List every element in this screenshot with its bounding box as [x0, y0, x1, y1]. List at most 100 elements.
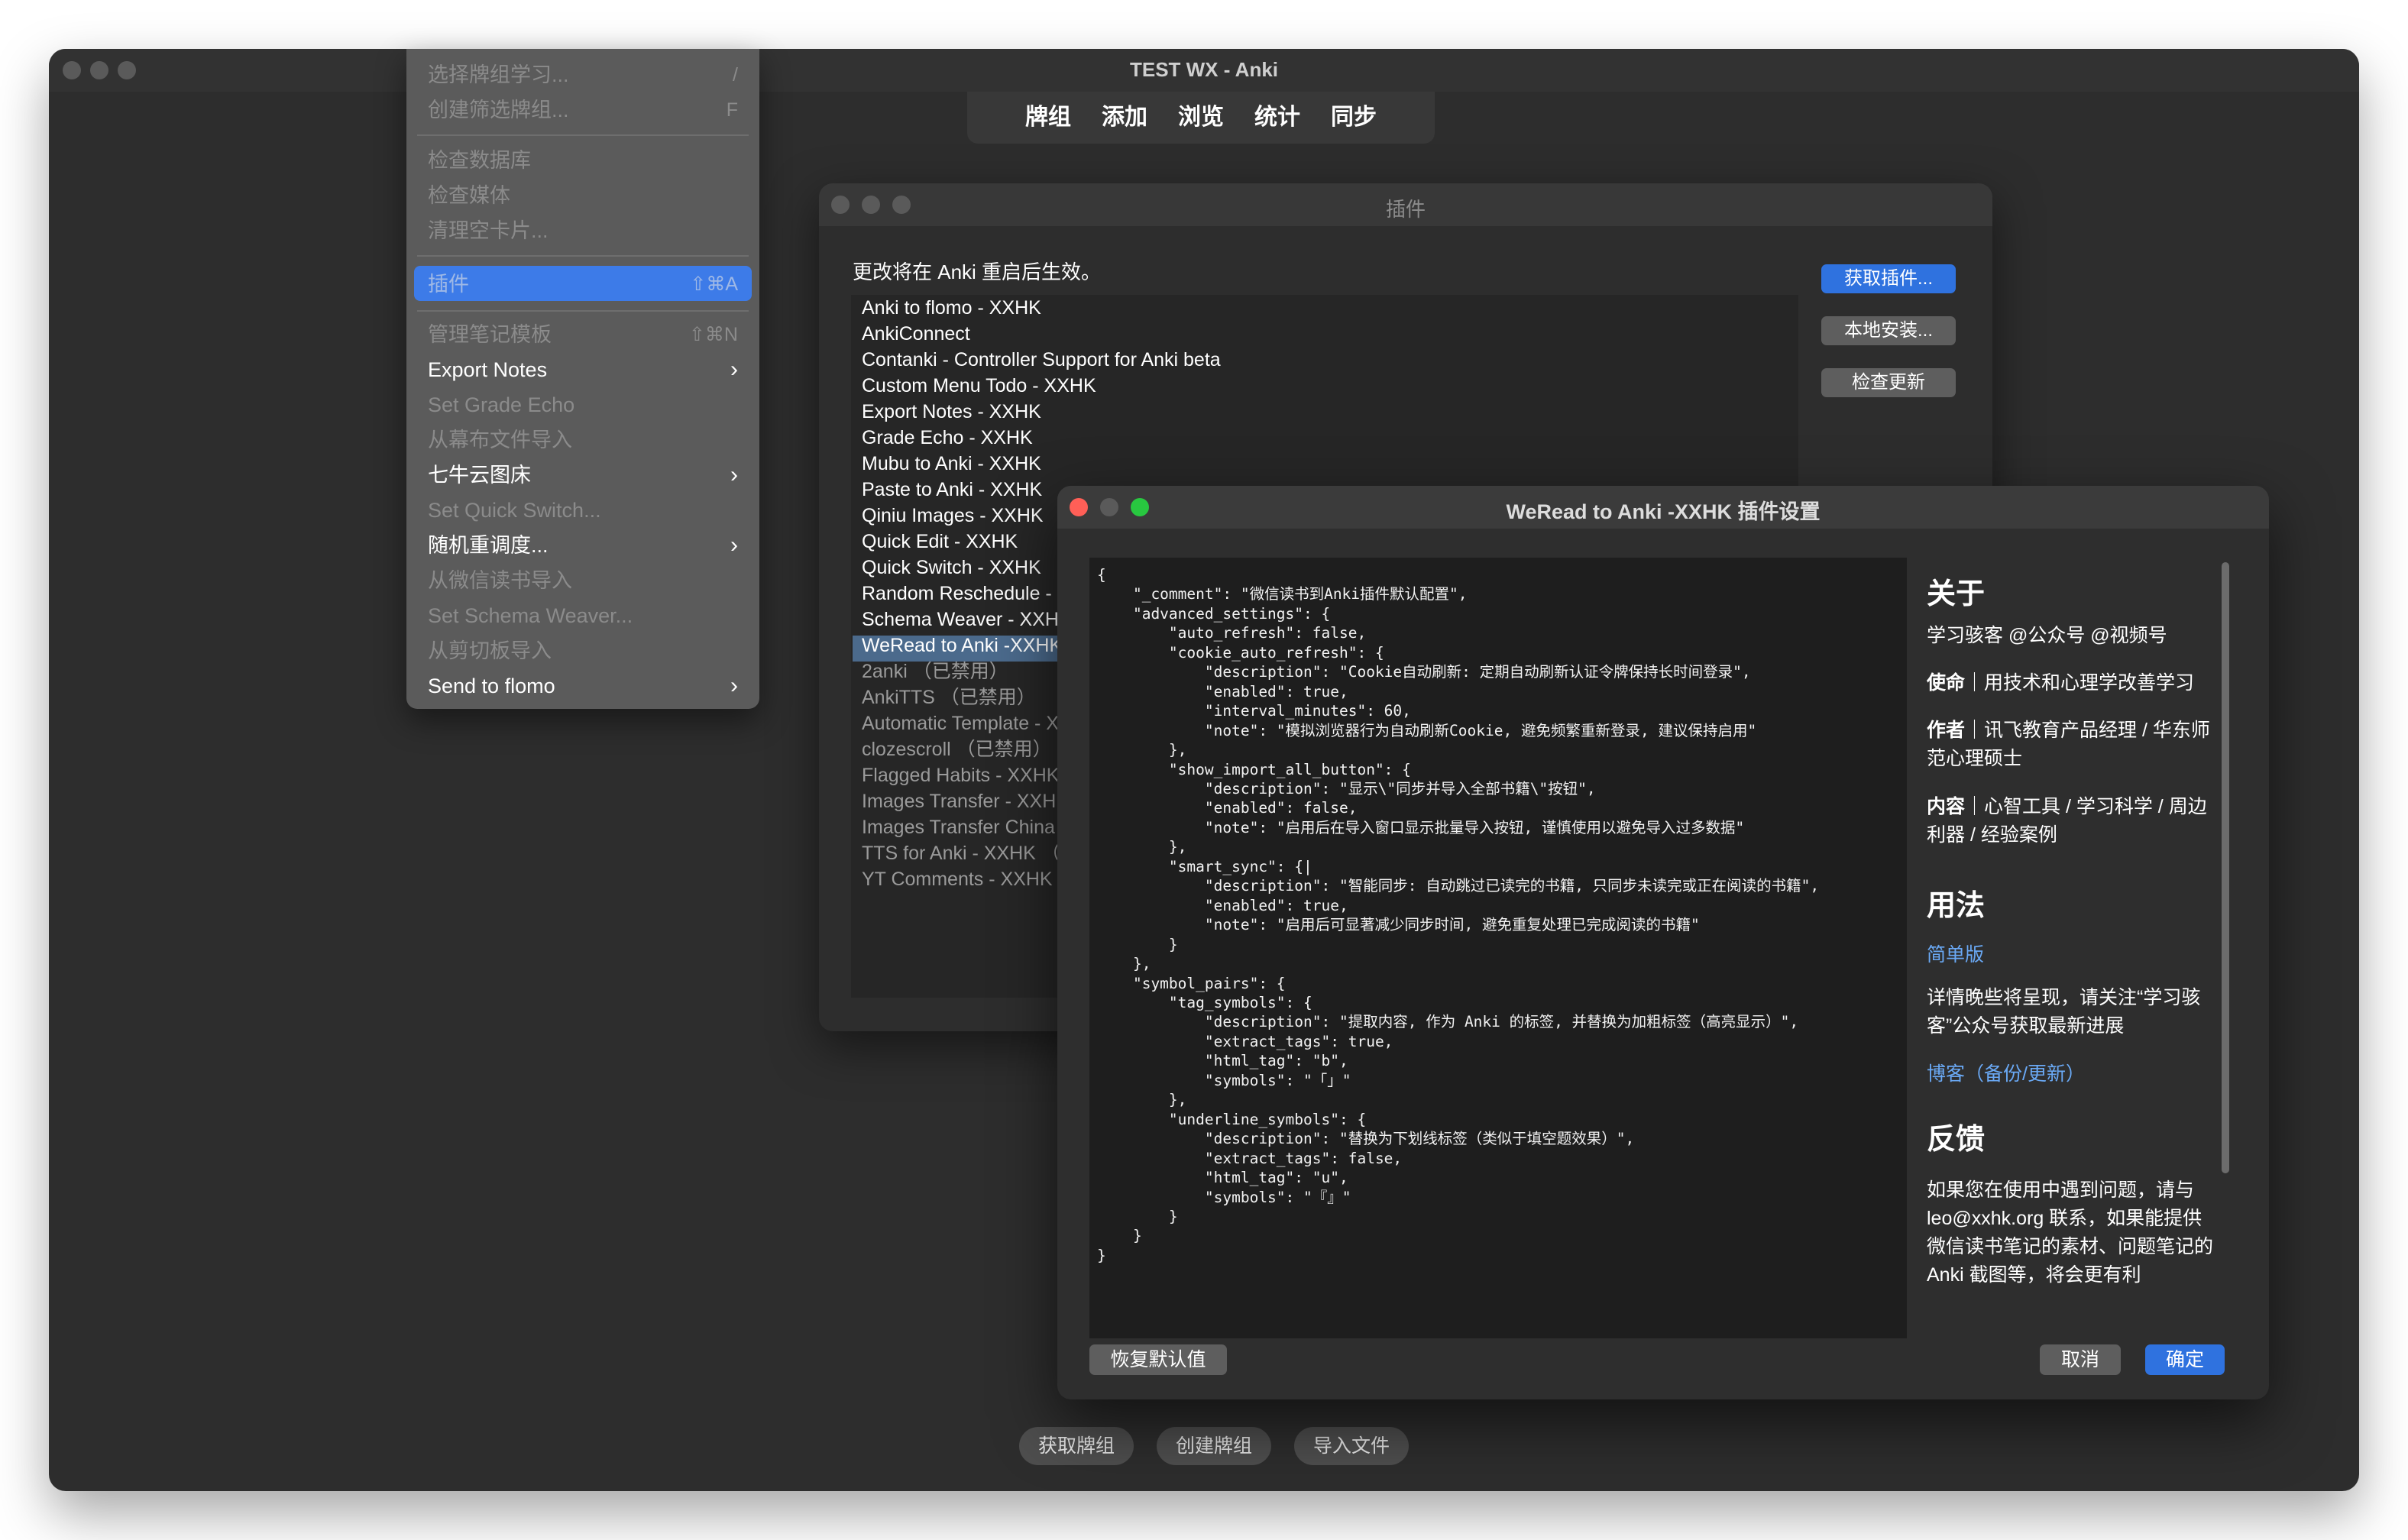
addon-item-disabled[interactable]: Images Transfer China: [862, 814, 1055, 840]
addon-item[interactable]: Qiniu Images - XXHK: [862, 503, 1044, 529]
menu-item-label: Export Notes: [428, 358, 548, 381]
author-key: 作者: [1927, 720, 1966, 741]
menu-item-label: 随机重调度...: [428, 534, 549, 557]
install-from-file-button[interactable]: 本地安装...: [1821, 316, 1956, 345]
addon-item[interactable]: Paste to Anki - XXHK: [862, 477, 1042, 503]
menu-item-check-media[interactable]: 检查媒体: [428, 180, 738, 211]
addon-item-disabled[interactable]: Images Transfer - XXHI: [862, 788, 1061, 814]
menu-item-weread-import[interactable]: 从微信读书导入: [428, 565, 738, 596]
nav-decks[interactable]: 牌组: [1010, 92, 1086, 144]
addon-item-disabled[interactable]: TTS for Anki - XXHK （: [862, 840, 1060, 866]
nav-browse[interactable]: 浏览: [1163, 92, 1239, 144]
nav-stats[interactable]: 统计: [1239, 92, 1316, 144]
usage-text: 详情晚些将呈现，请关注“学习骇客”公众号获取最新进展: [1927, 987, 2201, 1037]
top-navigation: 牌组 添加 浏览 统计 同步: [967, 92, 1435, 144]
addon-item[interactable]: AnkiConnect: [862, 321, 970, 347]
about-line: 学习骇客 @公众号 @视频号: [1927, 625, 2167, 646]
config-title: WeRead to Anki -XXHK 插件设置: [1506, 500, 1821, 523]
mission-value: ｜用技术和心理学改善学习: [1965, 672, 2195, 694]
window-title: TEST WX - Anki: [1129, 58, 1279, 81]
chevron-right-icon: ›: [730, 357, 738, 382]
menu-item-label: 从剪切板导入: [428, 639, 552, 662]
menu-shortcut: ⇧⌘N: [688, 324, 738, 345]
addon-item-disabled[interactable]: clozescroll （已禁用）: [862, 736, 1052, 762]
about-panel: 关于 学习骇客 @公众号 @视频号 使命｜用技术和心理学改善学习 作者｜讯飞教育…: [1924, 558, 2229, 1338]
menu-shortcut: F: [726, 99, 738, 121]
author-value: ｜讯飞教育产品经理 / 华东师范心理硕士: [1927, 720, 2210, 769]
ok-button[interactable]: 确定: [2145, 1344, 2225, 1375]
chevron-right-icon: ›: [730, 673, 738, 698]
addon-item[interactable]: Quick Edit - XXHK: [862, 529, 1018, 555]
author-text: 作者｜讯飞教育产品经理 / 华东师范心理硕士: [1927, 717, 2217, 773]
menu-item-label: Set Grade Echo: [428, 393, 575, 416]
check-updates-button[interactable]: 检查更新: [1821, 368, 1956, 397]
menu-item-clipboard-import[interactable]: 从剪切板导入: [428, 636, 738, 666]
menu-item-label: 检查媒体: [428, 184, 510, 207]
menu-shortcut: ⇧⌘A: [690, 273, 738, 295]
menu-item-check-database[interactable]: 检查数据库: [428, 145, 738, 176]
menu-item-label: Send to flomo: [428, 675, 555, 697]
usage-heading: 用法: [1927, 890, 1986, 922]
addon-item[interactable]: Schema Weaver - XXH: [862, 607, 1059, 632]
addon-item-disabled[interactable]: YT Comments - XXHK: [862, 866, 1053, 892]
addon-item-selected[interactable]: WeRead to Anki -XXHK: [862, 632, 1062, 658]
addon-item[interactable]: Random Reschedule - X: [862, 581, 1070, 607]
content-text: 内容｜心智工具 / 学习科学 / 周边利器 / 经验案例: [1927, 793, 2217, 849]
feedback-text: 如果您在使用中遇到问题，请与 leo@xxhk.org 联系，如果能提供微信读书…: [1927, 1179, 2214, 1286]
menu-item-manage-note-types[interactable]: 管理笔记模板 ⇧⌘N: [428, 319, 738, 350]
import-file-button[interactable]: 导入文件: [1294, 1427, 1409, 1465]
menu-separator: [417, 134, 749, 136]
addons-title-bar: 插件: [819, 183, 1992, 226]
create-deck-button[interactable]: 创建牌组: [1157, 1427, 1271, 1465]
tools-menu: 选择牌组学习... / 创建筛选牌组... F 检查数据库 检查媒体 清理空卡片..…: [406, 49, 759, 709]
nav-add[interactable]: 添加: [1086, 92, 1163, 144]
cancel-button[interactable]: 取消: [2040, 1344, 2121, 1375]
addon-item[interactable]: Mubu to Anki - XXHK: [862, 451, 1041, 477]
content-key: 内容: [1927, 796, 1966, 817]
about-heading: 关于: [1927, 578, 1986, 610]
menu-item-set-schema-weaver[interactable]: Set Schema Weaver...: [428, 600, 738, 631]
menu-item-label: Set Quick Switch...: [428, 499, 601, 522]
get-addons-button[interactable]: 获取插件...: [1821, 264, 1956, 293]
menu-separator: [417, 310, 749, 312]
menu-item-set-quick-switch[interactable]: Set Quick Switch...: [428, 495, 738, 526]
addon-item[interactable]: Quick Switch - XXHK: [862, 555, 1041, 581]
addon-item-disabled[interactable]: 2anki （已禁用）: [862, 658, 1008, 684]
menu-item-set-grade-echo[interactable]: Set Grade Echo: [428, 390, 738, 420]
menu-item-label: 清理空卡片...: [428, 219, 549, 242]
title-bar: TEST WX - Anki: [49, 49, 2359, 92]
about-scrollbar[interactable]: [2222, 562, 2229, 1173]
addon-item-disabled[interactable]: AnkiTTS （已禁用）: [862, 684, 1036, 710]
menu-item-create-filtered-deck[interactable]: 创建筛选牌组... F: [428, 95, 738, 125]
menu-item-export-notes[interactable]: Export Notes ›: [428, 354, 738, 385]
menu-item-label: 七牛云图床: [428, 464, 531, 487]
menu-item-empty-cards[interactable]: 清理空卡片...: [428, 215, 738, 246]
simple-version-link[interactable]: 简单版: [1927, 940, 2217, 967]
menu-item-label: 从幕布文件导入: [428, 429, 572, 451]
addon-item-disabled[interactable]: Automatic Template - X: [862, 710, 1059, 736]
menu-item-label: 检查数据库: [428, 149, 531, 172]
json-config-editor[interactable]: { "_comment": "微信读书到Anki插件默认配置", "advanc…: [1089, 558, 1907, 1338]
feedback-heading: 反馈: [1927, 1124, 1986, 1156]
addons-title: 插件: [1385, 198, 1426, 221]
nav-sync[interactable]: 同步: [1316, 92, 1392, 144]
menu-item-addons[interactable]: 插件 ⇧⌘A: [428, 269, 738, 299]
addon-item[interactable]: Custom Menu Todo - XXHK: [862, 373, 1096, 399]
menu-item-random-reschedule[interactable]: 随机重调度... ›: [428, 530, 738, 561]
blog-link[interactable]: 博客（备份/更新）: [1927, 1059, 2217, 1086]
addon-item[interactable]: Contanki - Controller Support for Anki b…: [862, 347, 1221, 373]
restore-defaults-button[interactable]: 恢复默认值: [1089, 1344, 1227, 1375]
menu-item-qiniu[interactable]: 七牛云图床 ›: [428, 460, 738, 490]
addon-item[interactable]: Grade Echo - XXHK: [862, 425, 1033, 451]
get-shared-decks-button[interactable]: 获取牌组: [1019, 1427, 1134, 1465]
chevron-right-icon: ›: [730, 462, 738, 487]
menu-shortcut: /: [733, 64, 738, 86]
menu-item-mubu-import[interactable]: 从幕布文件导入: [428, 425, 738, 455]
addon-item-disabled[interactable]: Flagged Habits - XXHK: [862, 762, 1059, 788]
json-code: { "_comment": "微信读书到Anki插件默认配置", "advanc…: [1097, 566, 1820, 1264]
addon-item[interactable]: Anki to flomo - XXHK: [862, 295, 1041, 321]
addon-item[interactable]: Export Notes - XXHK: [862, 399, 1041, 425]
menu-item-study-deck[interactable]: 选择牌组学习... /: [428, 60, 738, 90]
menu-item-label: 管理笔记模板: [428, 323, 552, 346]
menu-item-send-to-flomo[interactable]: Send to flomo ›: [428, 671, 738, 701]
